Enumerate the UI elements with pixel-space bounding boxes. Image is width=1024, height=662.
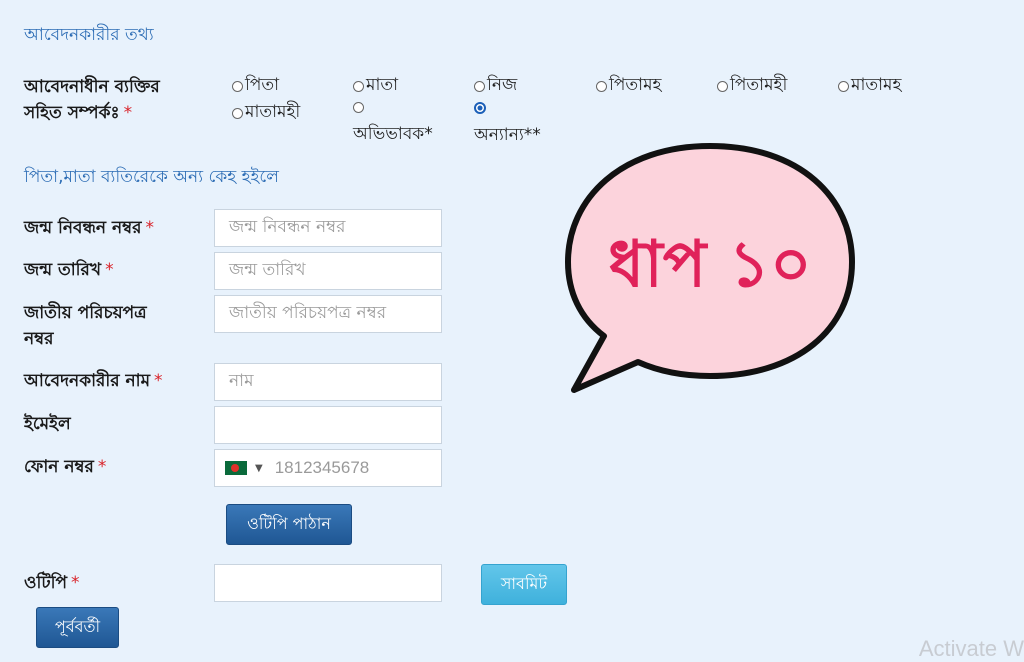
radio-father[interactable]: পিতা (232, 72, 279, 100)
relation-label-line1: আবেদনাধীন ব্যক্তির (24, 77, 160, 97)
radio-grandmother-maternal[interactable]: মাতামহী (232, 99, 300, 127)
previous-button[interactable]: পূর্ববর্তী (36, 607, 119, 648)
section-title-other-person: পিতা,মাতা ব্যতিরেকে অন্য কেহ হইলে (24, 167, 279, 187)
bangladesh-flag-icon[interactable] (225, 461, 247, 475)
applicant-name-label: আবেদনকারীর নাম * (24, 371, 163, 391)
step-text: ধাপ ১০ (608, 228, 811, 302)
radio-button[interactable] (717, 80, 728, 92)
nid-label: জাতীয় পরিচয়পত্র নম্বর (24, 303, 147, 349)
section-title-applicant-info: আবেদনকারীর তথ্য (24, 25, 154, 45)
required-mark: * (97, 457, 107, 477)
radio-button[interactable] (232, 107, 243, 119)
submit-button[interactable]: সাবমিট (481, 564, 567, 605)
radio-button[interactable] (596, 80, 607, 92)
required-mark: * (105, 260, 114, 280)
radio-button[interactable] (838, 80, 849, 92)
send-otp-button[interactable]: ওটিপি পাঠান (226, 504, 352, 545)
activate-windows-watermark: Activate W (918, 636, 1024, 661)
otp-label: ওটিপি * (24, 573, 80, 593)
email-input[interactable] (214, 406, 442, 444)
relation-label: আবেদনাধীন ব্যক্তির সহিত সম্পর্কঃ * (24, 74, 160, 126)
birth-reg-input[interactable]: জন্ম নিবন্ধন নম্বর (214, 209, 442, 247)
radio-guardian[interactable]: অভিভাবক* (353, 102, 433, 149)
radio-button[interactable] (353, 80, 364, 92)
radio-grandmother-paternal[interactable]: পিতামহী (717, 72, 787, 100)
birth-date-label: জন্ম তারিখ * (24, 260, 114, 280)
nid-input[interactable]: জাতীয় পরিচয়পত্র নম্বর (214, 295, 442, 333)
required-mark: * (145, 218, 155, 238)
phone-label: ফোন নম্বর * (24, 457, 107, 477)
radio-button[interactable] (474, 80, 485, 92)
applicant-name-input[interactable]: নাম (214, 363, 442, 401)
required-mark: * (71, 573, 80, 593)
radio-grandfather-paternal[interactable]: পিতামহ (596, 72, 661, 100)
required-mark: * (154, 371, 163, 391)
birth-reg-label: জন্ম নিবন্ধন নম্বর * (24, 218, 155, 238)
radio-mother[interactable]: মাতা (353, 72, 398, 100)
radio-button[interactable] (353, 102, 364, 113)
chevron-down-icon[interactable]: ▼ (255, 463, 263, 474)
step-speech-bubble: ধাপ ১০ (565, 143, 855, 393)
email-label: ইমেইল (24, 414, 71, 434)
radio-grandfather-maternal[interactable]: মাতামহ (838, 72, 901, 100)
radio-other[interactable]: অন্যান্য** (474, 102, 541, 150)
required-mark: * (123, 103, 133, 123)
relation-label-line2: সহিত সম্পর্কঃ (24, 103, 120, 123)
otp-input[interactable] (214, 564, 442, 602)
radio-button[interactable] (232, 80, 243, 92)
phone-input[interactable]: ▼ 1812345678 (214, 449, 442, 487)
birth-date-input[interactable]: জন্ম তারিখ (214, 252, 442, 290)
radio-self[interactable]: নিজ (474, 72, 517, 100)
radio-button-selected[interactable] (474, 102, 486, 114)
